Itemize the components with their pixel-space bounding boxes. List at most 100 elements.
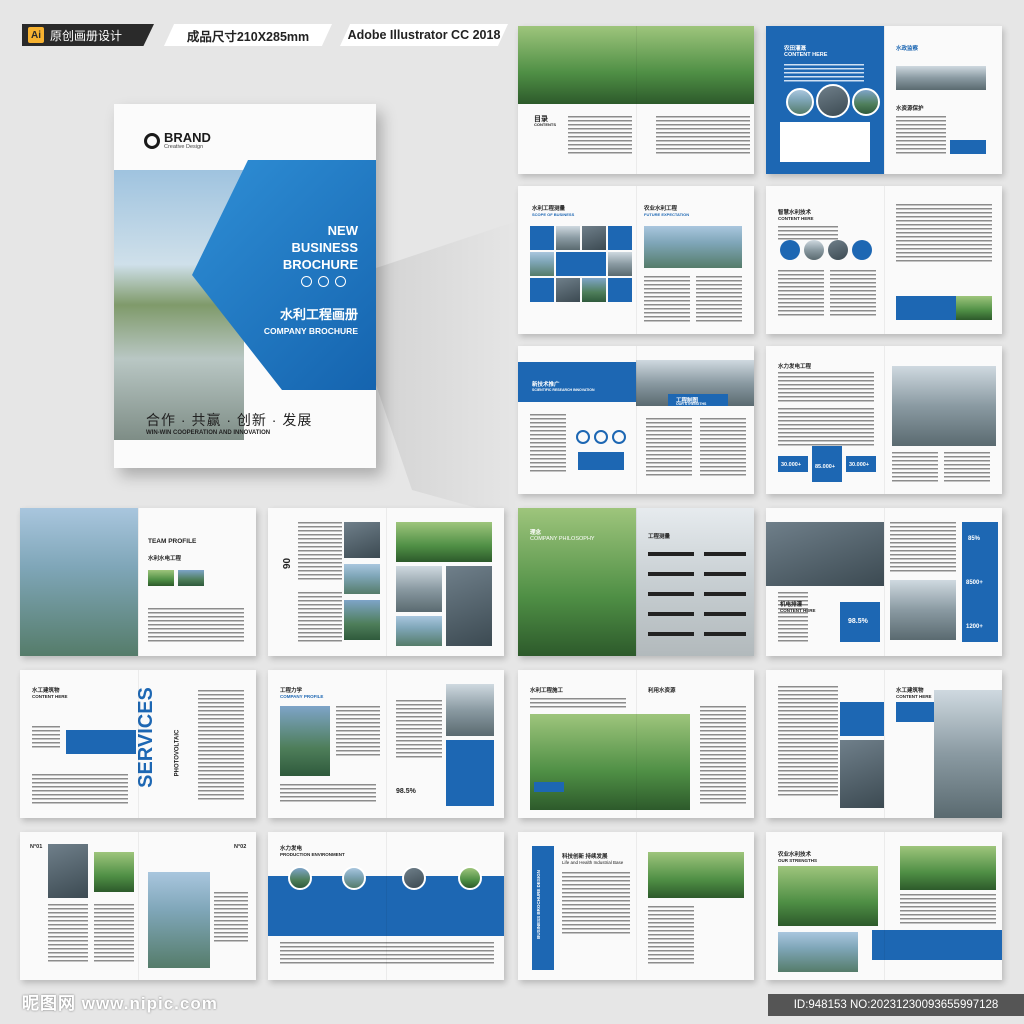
text-block: [700, 418, 746, 476]
spread-subheading: COMPANY PHILOSOPHY: [530, 536, 595, 542]
circle-icon: [318, 276, 329, 287]
stat-value: 85%: [968, 536, 981, 542]
stat-value: 1200+: [966, 624, 983, 630]
tile: [556, 226, 580, 250]
illustrator-icon: Ai: [28, 27, 44, 43]
spread-heading-right-2: 水资源保护: [896, 106, 924, 112]
spread-number-left: N°01: [30, 844, 43, 850]
round-photo: [786, 88, 814, 116]
cover-slogan: 合作 · 共赢 · 创新 · 发展: [146, 412, 313, 428]
stat-value: 85.000+: [815, 464, 836, 470]
spread-heading-right: 工程测量: [648, 534, 671, 540]
spread-photo: [934, 690, 1002, 818]
spread-structures: 水工建筑物 CONTENT HERE: [766, 670, 1002, 818]
text-block: [892, 452, 938, 482]
spread-heading: 水力发电工程: [778, 364, 812, 370]
text-block: [644, 276, 690, 322]
text-block: [656, 116, 692, 156]
round-photo: [816, 84, 850, 118]
blue-block: [840, 702, 884, 736]
cover-icon-row: [301, 276, 346, 287]
round-badge: [852, 240, 872, 260]
spread-heading: 水工建筑物: [32, 688, 60, 694]
spread-photo: [446, 566, 492, 646]
spread-heading: 水力发电: [280, 846, 303, 852]
spread-photo: [892, 366, 996, 446]
spread-photo: [344, 522, 380, 558]
tile: [582, 226, 606, 250]
tile: [556, 252, 606, 276]
spread-subheading: SCOPE OF BUSINESS: [532, 212, 575, 217]
spread-heading: 理念: [530, 530, 542, 536]
text-block: [900, 894, 996, 924]
quote-card: [578, 452, 624, 470]
spread-heading-right: 农业水利工程: [644, 206, 678, 212]
spread-heading: 智慧水利技术: [778, 210, 812, 216]
bar: [704, 552, 746, 556]
circle-icon: [335, 276, 346, 287]
text-block: [778, 226, 838, 240]
stat-value: 98.5%: [396, 788, 416, 795]
tile: [556, 278, 580, 302]
text-block: [198, 690, 244, 800]
text-block: [648, 906, 694, 966]
page-fold: [636, 670, 637, 818]
design-badge-label: 原创画册设计: [50, 28, 123, 43]
spread-heading: 工程力学: [280, 688, 303, 694]
watermark-site: 昵图网 www.nipic.com: [22, 994, 218, 1013]
stat-value: 8500+: [966, 580, 983, 586]
cover-title-line-1: NEW: [327, 223, 358, 238]
round-photo: [288, 866, 312, 890]
spread-number: 06: [280, 557, 292, 570]
text-block: [396, 700, 442, 760]
spread-photo: [446, 684, 494, 736]
spread-agri-tech: 农业水利技术 OUR STRENGTHS: [766, 832, 1002, 980]
text-block: [778, 408, 874, 448]
text-block: [48, 904, 88, 964]
text-block: [148, 608, 244, 644]
spread-irrigation: 农田灌溉 CONTENT HERE 水政监察 水资源保护: [766, 26, 1002, 174]
spread-subheading-right: CONTENT HERE: [780, 608, 816, 613]
page-fold: [884, 186, 885, 334]
spread-heading-right: 科技创新 持续发展: [562, 854, 608, 860]
spread-heading: 新技术推广: [532, 382, 560, 388]
circle-icon: [301, 276, 312, 287]
spread-subheading: CONTENTS: [534, 122, 556, 127]
spread-photo: [648, 852, 744, 898]
spread-numbers: N°01 N°02: [20, 832, 256, 980]
software-badge-label: Adobe Illustrator CC 2018: [347, 28, 501, 42]
spread-team: TEAM PROFILE 水利水电工程: [20, 508, 256, 656]
text-block: [830, 270, 876, 318]
spread-photo: [48, 844, 88, 898]
spread-photo: [280, 706, 330, 776]
spread-photo: [344, 564, 380, 594]
page-fold: [884, 670, 885, 818]
vertical-title: BUSINESS BROCHURE DESIGN: [535, 870, 541, 939]
spread-photo: [148, 872, 210, 968]
size-badge: 成品尺寸210X285mm: [164, 24, 332, 46]
text-block: [530, 698, 626, 710]
info-card: [950, 140, 986, 154]
circle-icon: [612, 430, 626, 444]
cover-slogan-en: WIN-WIN COOPERATION AND INNOVATION: [146, 430, 271, 436]
brand-name: BRAND: [164, 130, 211, 145]
page-fold: [386, 670, 387, 818]
text-block: [32, 726, 60, 750]
round-photo: [804, 240, 824, 260]
spread-heading: 农田灌溉: [784, 46, 807, 52]
text-block: [778, 686, 838, 796]
spread-photo: [396, 566, 442, 612]
page-fold: [636, 346, 637, 494]
tile: [608, 278, 632, 302]
spread-heading: 水利工程测量: [532, 206, 566, 212]
page-fold: [884, 832, 885, 980]
stat-value: 98.5%: [848, 618, 868, 625]
tile: [530, 278, 554, 302]
tile: [608, 252, 632, 276]
page-fold: [884, 26, 885, 174]
spread-heading-right: 农业水利技术: [778, 852, 812, 858]
text-block: [890, 522, 956, 572]
text-block: [32, 774, 128, 804]
brochure-cover: BRAND Creative Design NEW BUSINESS BROCH…: [114, 104, 376, 468]
spread-heading-right: 机电排灌: [780, 602, 803, 608]
